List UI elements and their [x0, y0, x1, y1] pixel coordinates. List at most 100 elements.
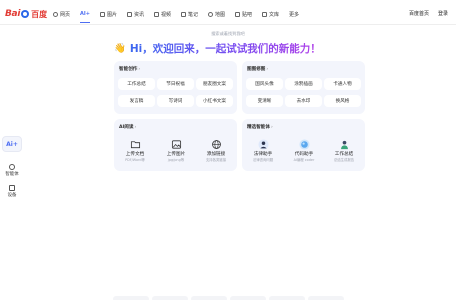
baidu-logo[interactable]: Bai 百度 — [5, 8, 47, 20]
nav-map[interactable]: 地图 — [208, 10, 225, 18]
ai-plus-rail-button[interactable]: Ai+ — [2, 136, 22, 152]
video-icon — [153, 11, 159, 17]
chevron-right-icon: › — [266, 67, 269, 72]
picture-icon — [171, 140, 181, 149]
nav-more-label: 更多 — [289, 11, 300, 18]
ai-read-title-text: AI阅读 — [119, 125, 134, 130]
ai-read-card: AI阅读› 上传文档 PDF/Word等 上传图片 jpg/png等 添加链接 … — [114, 119, 237, 171]
waving-hand-icon: 👋 — [114, 43, 126, 54]
nav-wenku[interactable]: 文库 — [262, 10, 279, 18]
nav-ai-plus[interactable]: AI+ — [80, 10, 90, 23]
nav-tieba-label: 贴吧 — [242, 11, 253, 18]
add-link-desc: 支持各类链接 — [205, 158, 227, 162]
rail-agents-label: 智能体 — [5, 172, 19, 177]
law-assistant-tile[interactable]: 法律助手 法律咨询问题 — [246, 139, 280, 163]
code-assistant-desc: AI编程 coder — [293, 158, 315, 162]
ai-read-title[interactable]: AI阅读› — [119, 124, 136, 130]
agents-card: 精选智能体› 法律助手 法律咨询问题 代码助手 AI编程 coder 工作总结 … — [242, 119, 365, 171]
nav-more[interactable]: 更多 — [289, 10, 299, 18]
rail-device-label: 设备 — [7, 193, 17, 198]
nav-video-label: 视频 — [160, 11, 171, 18]
smart-create-title-text: 智能创作 — [119, 67, 138, 72]
chip-holiday-wishes[interactable]: 节日祝福 — [157, 78, 194, 90]
chip-work-summary[interactable]: 工作总结 — [118, 78, 155, 90]
chip-cartoon[interactable]: 卡通人物 — [324, 78, 361, 90]
nav-notes-label: 笔记 — [187, 11, 198, 18]
top-right-links: 百度首页 登录 — [409, 10, 448, 17]
chip-poetry[interactable]: 写诗词 — [157, 95, 194, 107]
chip-doodle[interactable]: 涂鸦插画 — [285, 78, 322, 90]
chip-xiaohongshu[interactable]: 小红书文案 — [196, 95, 233, 107]
chevron-right-icon: › — [270, 125, 273, 130]
login-link[interactable]: 登录 — [438, 10, 448, 17]
header-divider — [0, 24, 456, 25]
chip-moments-copy[interactable]: 朋友圈文案 — [196, 78, 233, 90]
chip-speech[interactable]: 发言稿 — [118, 95, 155, 107]
device-icon — [9, 185, 15, 191]
rail-agents[interactable]: 智能体 — [2, 164, 22, 177]
logo-text-bai: Bai — [5, 9, 21, 19]
smart-create-card: 智能创作› 工作总结 节日祝福 朋友圈文案 发言稿 写诗词 小红书文案 — [114, 61, 237, 114]
nav-video[interactable]: 视频 — [153, 10, 171, 18]
nav-ai-label: AI+ — [80, 11, 90, 17]
upload-image-tile[interactable]: 上传图片 jpg/png等 — [159, 139, 193, 163]
search-category-nav: 网页 AI+ 图片 资讯 视频 笔记 地图 贴吧 文库 更多 — [53, 10, 309, 23]
worker-avatar-icon — [340, 140, 348, 150]
code-assistant-tile[interactable]: 代码助手 AI编程 coder — [287, 139, 321, 163]
nav-map-label: 地图 — [215, 11, 226, 18]
greeting-heading: 👋 Hi，欢迎回来，一起试试我们的新能力！ — [114, 41, 321, 56]
nav-news-label: 资讯 — [133, 11, 144, 18]
bottom-suggestion-pill[interactable] — [230, 296, 266, 300]
upload-document-tile[interactable]: 上传文档 PDF/Word等 — [118, 139, 152, 163]
lawyer-avatar-icon — [257, 139, 269, 150]
globe-link-icon — [211, 140, 221, 149]
image-edit-title-text: 图图修图 — [247, 67, 266, 72]
greeting-text: Hi，欢迎回来，一起试试我们的新能力！ — [129, 43, 321, 55]
bottom-suggestion-pill[interactable] — [113, 296, 149, 300]
image-icon — [99, 11, 105, 17]
tieba-icon — [235, 11, 241, 17]
chip-guofeng-avatar[interactable]: 国风头像 — [246, 78, 283, 90]
agents-title[interactable]: 精选智能体› — [247, 124, 273, 130]
baidu-home-link[interactable]: 百度首页 — [409, 10, 429, 17]
nav-images-label: 图片 — [106, 11, 117, 18]
search-icon — [53, 11, 58, 17]
upload-document-desc: PDF/Word等 — [125, 158, 145, 162]
chip-change-style[interactable]: 换风格 — [324, 95, 361, 107]
nav-web-label: 网页 — [60, 11, 71, 18]
note-icon — [180, 11, 186, 17]
map-icon — [208, 11, 213, 17]
nav-notes[interactable]: 笔记 — [180, 10, 198, 18]
news-icon — [126, 11, 132, 17]
smart-create-title[interactable]: 智能创作› — [119, 66, 140, 72]
image-edit-title[interactable]: 图图修图› — [247, 66, 268, 72]
nav-tieba[interactable]: 贴吧 — [235, 10, 252, 18]
code-orb-icon — [298, 139, 310, 150]
chevron-right-icon: › — [134, 125, 137, 130]
bottom-suggestion-pill[interactable] — [308, 296, 344, 300]
bottom-suggestion-pill[interactable] — [191, 296, 227, 300]
folder-icon — [130, 141, 140, 149]
agents-title-text: 精选智能体 — [247, 125, 270, 130]
chip-sharpen[interactable]: 变清晰 — [246, 95, 283, 107]
bottom-suggestion-pill[interactable] — [269, 296, 305, 300]
work-summary-desc: 总结生成报告 — [333, 158, 355, 162]
wenku-icon — [262, 11, 268, 17]
agent-icon — [9, 164, 15, 170]
image-edit-card: 图图修图› 国风头像 涂鸦插画 卡通人物 变清晰 去水印 换风格 — [242, 61, 365, 114]
add-link-tile[interactable]: 添加链接 支持各类链接 — [199, 139, 233, 163]
work-summary-tile[interactable]: 工作总结 总结生成报告 — [327, 139, 361, 163]
nav-images[interactable]: 图片 — [99, 10, 117, 18]
top-navigation-bar: Bai 百度 网页 AI+ 图片 资讯 视频 笔记 地图 贴吧 文库 更多 百度… — [0, 0, 456, 26]
chip-remove-watermark[interactable]: 去水印 — [285, 95, 322, 107]
nav-news[interactable]: 资讯 — [126, 10, 144, 18]
bottom-suggestion-pill[interactable] — [152, 296, 188, 300]
hero-hint: 搜索或着找到我吧 — [211, 31, 245, 36]
law-assistant-desc: 法律咨询问题 — [252, 158, 274, 162]
nav-web[interactable]: 网页 — [53, 10, 70, 18]
rail-device[interactable]: 设备 — [2, 185, 22, 198]
chevron-right-icon: › — [138, 67, 141, 72]
nav-wenku-label: 文库 — [269, 11, 280, 18]
upload-image-desc: jpg/png等 — [167, 158, 185, 162]
paw-icon — [21, 10, 30, 18]
